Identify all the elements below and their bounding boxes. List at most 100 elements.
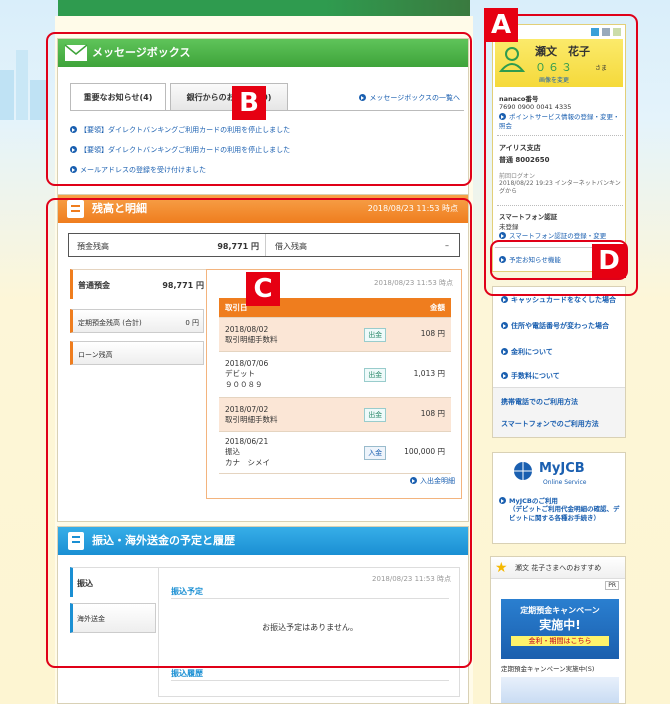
font-size-icons[interactable] (591, 27, 621, 39)
col-amount: 金額 (358, 298, 451, 318)
help-link-interest[interactable]: 金利について (501, 347, 553, 357)
scheduled-label: 振込予定 (171, 587, 203, 596)
message-item-label: メールアドレスの登録を受け付けました (80, 166, 206, 174)
last-login: 2018/08/22 19:23 インターネットバンキングから (499, 180, 621, 195)
change-image-link[interactable]: 画像を変更 (539, 75, 569, 84)
help-link-label: 金利について (511, 348, 553, 356)
envelope-icon (64, 42, 88, 64)
arrow-icon (501, 296, 508, 303)
arrow-icon (359, 94, 367, 101)
marker-a: A (484, 8, 518, 42)
help-link-label: 住所や電話番号が変わった場合 (511, 322, 609, 330)
tab-underline (70, 110, 464, 111)
help-link-smartphone[interactable]: スマートフォンでのご利用方法 (501, 419, 599, 429)
tx-amount: 100,000 円 (404, 446, 445, 456)
balance-panel: 残高と明細 2018/08/23 11:53 時点 預金残高 98,771 円 … (57, 194, 469, 522)
message-item-2[interactable]: 【要領】ダイレクトバンキングご利用カードの利用を停止しました (70, 145, 290, 155)
transfer-content: 2018/08/23 11:53 時点 振込予定 お振込予定はありません。 振込… (158, 567, 460, 697)
account-tab-ordinary[interactable]: 普通預金 98,771 円 (70, 269, 206, 299)
balance-summary: 預金残高 98,771 円 借入残高 – (68, 233, 460, 257)
loan-value: – (445, 241, 449, 250)
help-link-label: キャッシュカードをなくした場合 (511, 296, 616, 304)
arrow-icon (499, 256, 506, 263)
arrow-icon (501, 322, 508, 329)
user-suffix: さま (595, 65, 608, 72)
help-links-panel: キャッシュカードをなくした場合 住所や電話番号が変わった場合 金利について 手数… (492, 286, 626, 438)
tx-desc: デビット (225, 369, 255, 378)
account-name: 定期預金残高 (合計) (78, 319, 142, 327)
help-link-label: 携帯電話でのご利用方法 (501, 398, 578, 406)
smartphone-auth-link[interactable]: スマートフォン認証の登録・変更 (499, 230, 606, 240)
user-header: 瀬文 花子 ０６３ さま 画像を変更 (495, 39, 623, 87)
account-value: 98,771 円 (162, 281, 204, 290)
marker-c: C (246, 272, 280, 306)
tab-important-notices[interactable]: 重要なお知らせ(4) (70, 83, 166, 111)
transfer-timestamp: 2018/08/23 11:53 時点 (372, 575, 451, 583)
message-box-title: メッセージボックス (92, 46, 191, 59)
arrow-icon (499, 497, 506, 504)
help-link-address-change[interactable]: 住所や電話番号が変わった場合 (501, 321, 609, 331)
myjcb-logo: MyJCB (539, 461, 585, 476)
recommend-header: ★ 瀬文 花子さまへのおすすめ (491, 557, 625, 579)
arrow-icon (501, 348, 508, 355)
transfer-tab-label: 海外送金 (77, 615, 105, 623)
arrow-icon (501, 372, 508, 379)
app-links-area (493, 387, 625, 437)
account-tab-loan[interactable]: ローン残高 (70, 341, 204, 365)
nanaco-number: 7690 0900 0041 4335 (499, 103, 572, 111)
notice-link-label: 予定お知らせ機能 (509, 256, 561, 264)
arrow-icon (70, 166, 77, 173)
col-date: 取引日 (219, 298, 359, 318)
help-link-label: スマートフォンでのご利用方法 (501, 420, 599, 428)
smartphone-link-label: スマートフォン認証の登録・変更 (509, 232, 607, 240)
table-row: 2018/08/02 取引明細手数料 出金 108 円 (219, 317, 451, 352)
help-link-fees[interactable]: 手数料について (501, 371, 560, 381)
nanaco-label: nanaco番号 (499, 95, 539, 103)
help-link-lost-card[interactable]: キャッシュカードをなくした場合 (501, 295, 616, 305)
message-box-header: メッセージボックス (58, 39, 468, 67)
marker-d: D (592, 244, 626, 278)
message-item-label: 【要領】ダイレクトバンキングご利用カードの利用を停止しました (80, 146, 291, 154)
account-tab-time-deposit[interactable]: 定期預金残高 (合計) 0 円 (70, 309, 204, 333)
smartphone-auth-label: スマートフォン認証 (499, 213, 558, 221)
table-row: 2018/07/06 デビット ９００８９ 出金 1,013 円 (219, 351, 451, 398)
tx-amount-cell: 入金 100,000 円 (358, 431, 451, 474)
banner-caption[interactable]: 定期預金キャンペーン実施中(S) (501, 663, 594, 673)
help-link-mobile[interactable]: 携帯電話でのご利用方法 (501, 397, 578, 407)
pr-badge: PR (605, 581, 619, 590)
tx-amount-cell: 出金 108 円 (358, 317, 451, 352)
message-item-1[interactable]: 【要領】ダイレクトバンキングご利用カードの利用を停止しました (70, 125, 290, 135)
summary-divider (265, 234, 266, 256)
branch-name: アイリス支店 (499, 144, 541, 152)
balance-title: 残高と明細 (92, 202, 147, 215)
transfer-tab-domestic[interactable]: 振込 (70, 567, 158, 597)
history-label: 振込履歴 (171, 669, 203, 678)
user-points: ０６３ (535, 61, 574, 74)
tx-date: 2018/07/06 (225, 359, 269, 368)
message-box-list-link[interactable]: メッセージボックスの一覧へ (359, 93, 460, 103)
tx-amount: 108 円 (420, 328, 445, 338)
arrow-icon (499, 113, 506, 120)
message-item-3[interactable]: メールアドレスの登録を受け付けました (70, 165, 206, 175)
tab-bank-notices[interactable]: 銀行からのお知らせ(0) (170, 83, 288, 111)
user-avatar-icon (498, 45, 526, 75)
tx-amount-cell: 出金 108 円 (358, 397, 451, 432)
history-link-label: 入出金明細 (420, 477, 455, 485)
jcb-globe-icon (513, 461, 533, 483)
detail-timestamp: 2018/08/23 11:53 時点 (374, 279, 453, 287)
account-name: ローン残高 (78, 351, 113, 359)
transaction-history-link[interactable]: 入出金明細 (410, 476, 455, 486)
campaign-banner[interactable]: 定期預金キャンペーン 実施中! 金利・期間はこちら (501, 599, 619, 659)
tx-date: 2018/07/02 (225, 404, 269, 414)
second-banner[interactable] (501, 677, 619, 703)
account-name: 普通預金 (78, 281, 110, 290)
arrow-icon (70, 146, 77, 153)
account-value: 0 円 (185, 319, 199, 327)
banner-line1: 定期預金キャンペーン (520, 606, 600, 615)
myjcb-panel: MyJCB Online Service MyJCBのご利用 （デビットご利用代… (492, 452, 626, 544)
point-service-link[interactable]: ポイントサービス情報の登録・変更・照会 (499, 113, 623, 131)
transfer-tab-overseas[interactable]: 海外送金 (70, 603, 156, 633)
no-transfer-text: お振込予定はありません。 (262, 623, 358, 632)
tx-type-badge: 出金 (364, 367, 387, 382)
myjcb-link[interactable]: MyJCBのご利用 (499, 495, 558, 505)
